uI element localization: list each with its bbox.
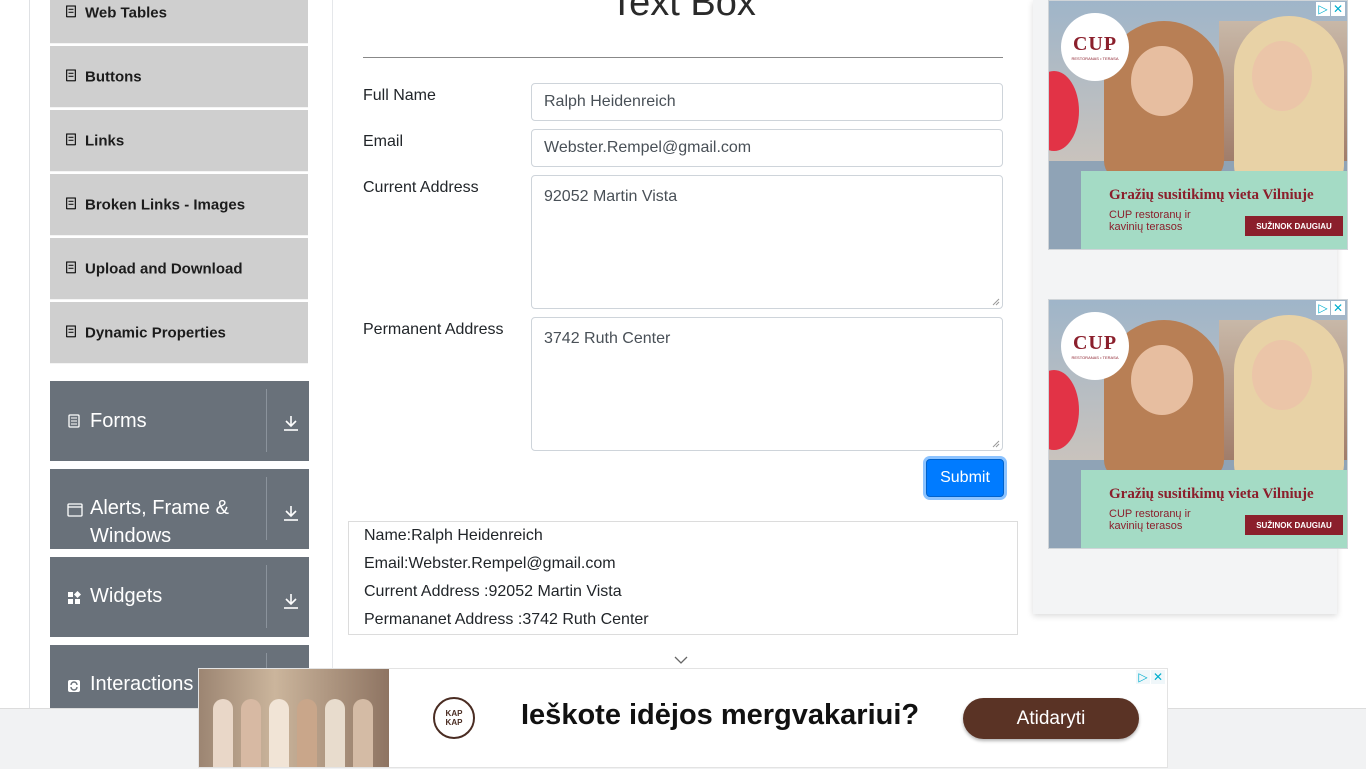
sidebar-item-label: Upload and Download bbox=[85, 260, 243, 277]
chevron-down-icon[interactable] bbox=[674, 655, 688, 665]
ad-photo-person bbox=[241, 699, 261, 767]
page-left-border bbox=[29, 0, 30, 708]
sidebar-item-label: Broken Links - Images bbox=[85, 196, 246, 213]
banner-ad-photo bbox=[199, 669, 389, 767]
interactions-icon bbox=[68, 680, 80, 692]
sidebar-group-alerts[interactable]: Alerts, Frame & Windows bbox=[50, 469, 309, 549]
sidebar-group-label: Alerts, Frame & Windows bbox=[90, 497, 229, 547]
sidebar-item-links[interactable]: Links bbox=[50, 110, 308, 172]
sidebar-item-buttons[interactable]: Buttons bbox=[50, 46, 308, 108]
sidebar-item-label: Links bbox=[85, 132, 125, 149]
download-icon[interactable] bbox=[282, 591, 300, 611]
sidebar-item-broken-links[interactable]: Broken Links - Images bbox=[50, 174, 308, 236]
sidebar-group-forms[interactable]: Forms bbox=[50, 381, 309, 461]
ad-headline: Gražių susitikimų vieta Vilniuje bbox=[1109, 486, 1314, 502]
sidebar-divider bbox=[332, 0, 333, 708]
close-icon[interactable]: ✕ bbox=[1331, 301, 1345, 315]
ad-photo-person bbox=[353, 699, 373, 767]
output-name: Name:Ralph Heidenreich bbox=[364, 527, 543, 544]
document-icon bbox=[66, 196, 76, 209]
close-icon[interactable]: ✕ bbox=[1331, 2, 1345, 16]
ad-photo-person bbox=[325, 699, 345, 767]
output-current-address: Current Address :92052 Martin Vista bbox=[364, 583, 622, 600]
ad-photo-face bbox=[1252, 340, 1312, 410]
current-address-value: 92052 Martin Vista bbox=[544, 188, 678, 205]
group-divider bbox=[266, 477, 267, 540]
ad-photo-face bbox=[1131, 345, 1193, 415]
ad-cta-button[interactable]: SUŽINOK DAUGIAU bbox=[1245, 515, 1343, 535]
page-title: Text Box bbox=[610, 0, 756, 24]
banner-ad-open-button[interactable]: Atidaryti bbox=[963, 698, 1139, 739]
cup-logo-sub: RESTORANAS • TERASA bbox=[1071, 56, 1119, 61]
ad-controls: ▷ ✕ bbox=[1135, 670, 1165, 684]
email-value: Webster.Rempel@gmail.com bbox=[544, 139, 752, 156]
permanent-address-textarea[interactable]: 3742 Ruth Center bbox=[531, 317, 1003, 451]
sidebar-item-dynamic-properties[interactable]: Dynamic Properties bbox=[50, 302, 308, 364]
close-icon[interactable]: ✕ bbox=[1151, 670, 1165, 684]
kapkap-logo-line1: KAP bbox=[445, 709, 463, 718]
kapkap-logo: KAP KAP bbox=[433, 697, 475, 739]
banner-ad-text: Ieškote idėjos mergvakariui? bbox=[521, 699, 920, 731]
cup-logo-text: CUP bbox=[1072, 332, 1118, 354]
ad-headline: Gražių susitikimų vieta Vilniuje bbox=[1109, 187, 1314, 203]
resize-grip-icon[interactable] bbox=[992, 440, 1000, 448]
document-icon bbox=[66, 260, 76, 273]
cup-logo: CUP RESTORANAS • TERASA bbox=[1061, 13, 1129, 81]
sidebar-item-upload-download[interactable]: Upload and Download bbox=[50, 238, 308, 300]
ad-choices-icon[interactable]: ▷ bbox=[1136, 670, 1150, 684]
sidebar-item-label: Buttons bbox=[85, 68, 142, 85]
title-divider bbox=[363, 57, 1003, 58]
ad-choices-icon[interactable]: ▷ bbox=[1316, 2, 1330, 16]
full-name-label: Full Name bbox=[363, 87, 436, 104]
ad-controls: ▷ ✕ bbox=[1315, 301, 1345, 315]
document-icon bbox=[66, 68, 76, 81]
sidebar-item-web-tables[interactable]: Web Tables bbox=[50, 0, 308, 44]
resize-grip-icon[interactable] bbox=[992, 298, 1000, 306]
cup-logo-sub: RESTORANAS • TERASA bbox=[1071, 355, 1119, 360]
cup-logo: CUP RESTORANAS • TERASA bbox=[1061, 312, 1129, 380]
permanent-address-value: 3742 Ruth Center bbox=[544, 330, 671, 347]
group-divider bbox=[266, 389, 267, 452]
full-name-value: Ralph Heidenreich bbox=[544, 93, 676, 110]
email-label: Email bbox=[363, 133, 404, 150]
side-ad-top[interactable]: CUP RESTORANAS • TERASA Gražių susitikim… bbox=[1048, 0, 1348, 250]
download-icon[interactable] bbox=[282, 413, 300, 433]
ad-subtext: CUP restoranų ir kavinių terasos bbox=[1109, 508, 1191, 532]
ad-photo-face bbox=[1131, 46, 1193, 116]
current-address-textarea[interactable]: 92052 Martin Vista bbox=[531, 175, 1003, 309]
document-icon bbox=[66, 324, 76, 337]
document-icon bbox=[66, 132, 76, 145]
ad-photo-person bbox=[213, 699, 233, 767]
sidebar-group-label: Forms bbox=[90, 410, 147, 432]
current-address-label: Current Address bbox=[363, 179, 479, 196]
sidebar-group-widgets[interactable]: Widgets bbox=[50, 557, 309, 637]
ad-choices-icon[interactable]: ▷ bbox=[1316, 301, 1330, 315]
side-ad-bottom[interactable]: CUP RESTORANAS • TERASA Gražių susitikim… bbox=[1048, 299, 1348, 549]
output-email: Email:Webster.Rempel@gmail.com bbox=[364, 555, 616, 572]
group-divider bbox=[266, 565, 267, 628]
output-permanent-address: Permananet Address :3742 Ruth Center bbox=[364, 611, 649, 628]
ad-subtext: CUP restoranų ir kavinių terasos bbox=[1109, 209, 1191, 233]
widgets-icon bbox=[68, 591, 81, 604]
email-input[interactable]: Webster.Rempel@gmail.com bbox=[531, 129, 1003, 167]
output-panel: Name:Ralph Heidenreich Email:Webster.Rem… bbox=[348, 521, 1018, 635]
document-icon bbox=[66, 4, 76, 17]
permanent-address-label: Permanent Address bbox=[363, 321, 504, 338]
download-icon[interactable] bbox=[282, 503, 300, 523]
ad-photo-person bbox=[297, 699, 317, 767]
form-icon bbox=[68, 414, 80, 428]
bottom-banner-ad[interactable]: KAP KAP Ieškote idėjos mergvakariui? Ati… bbox=[198, 668, 1168, 768]
sidebar-group-label: Widgets bbox=[90, 585, 163, 607]
submit-button[interactable]: Submit bbox=[926, 459, 1004, 497]
full-name-input[interactable]: Ralph Heidenreich bbox=[531, 83, 1003, 121]
window-icon bbox=[67, 503, 83, 517]
ad-photo-face bbox=[1252, 41, 1312, 111]
sidebar-item-label: Web Tables bbox=[85, 4, 167, 21]
ad-cta-button[interactable]: SUŽINOK DAUGIAU bbox=[1245, 216, 1343, 236]
kapkap-logo-line2: KAP bbox=[445, 718, 463, 727]
ad-controls: ▷ ✕ bbox=[1315, 2, 1345, 16]
ad-photo-person bbox=[269, 699, 289, 767]
cup-logo-text: CUP bbox=[1072, 33, 1118, 55]
sidebar-item-label: Dynamic Properties bbox=[85, 324, 226, 341]
